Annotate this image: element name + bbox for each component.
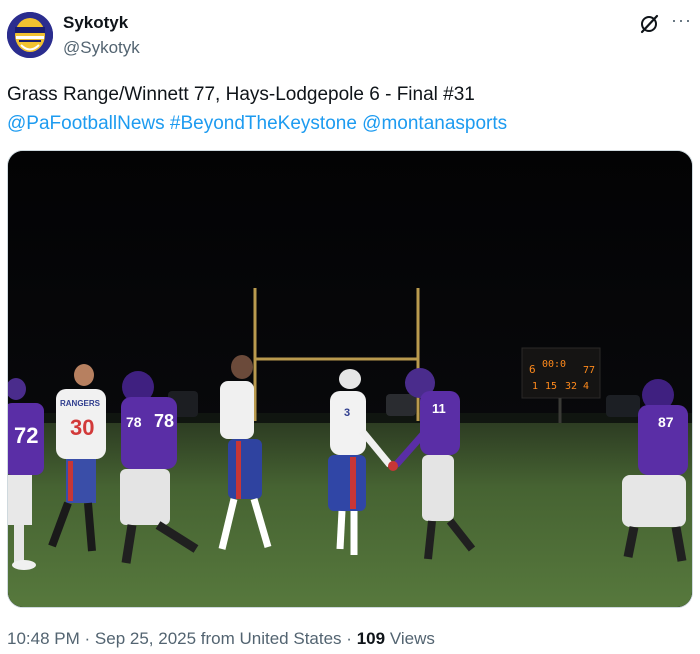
tag-pafootballnews[interactable]: @PaFootballNews	[7, 113, 165, 134]
tweet-date-location[interactable]: Sep 25, 2025 from United States	[95, 629, 342, 648]
meta-separator-2: ·	[346, 629, 352, 648]
svg-text:15: 15	[545, 381, 557, 392]
author-avatar[interactable]	[7, 12, 53, 58]
svg-text:87: 87	[658, 414, 674, 430]
svg-text:11: 11	[432, 401, 446, 416]
more-options-button[interactable]: ···	[671, 10, 692, 31]
views-count: 109	[356, 629, 386, 648]
tweet-text: Grass Range/Winnett 77, Hays-Lodgepole 6…	[7, 80, 687, 138]
tag-beyondthekeystone[interactable]: #BeyondTheKeystone	[170, 113, 357, 134]
football-handshake-photo: 6 00:0 77 1 15 32 4 72 RANGERS 30 78 78 …	[8, 151, 692, 607]
author-display-name[interactable]: Sykotyk	[63, 13, 128, 33]
svg-text:1: 1	[532, 381, 538, 392]
svg-text:78: 78	[126, 414, 142, 430]
football-helmet-avatar-icon	[7, 12, 53, 58]
svg-text:3: 3	[344, 407, 350, 419]
grok-slash-icon[interactable]	[638, 13, 660, 35]
svg-text:32 4: 32 4	[565, 381, 589, 392]
svg-text:72: 72	[14, 423, 38, 448]
tweet-meta: 10:48 PM · Sep 25, 2025 from United Stat…	[7, 629, 435, 649]
views-label: Views	[389, 629, 435, 648]
svg-text:30: 30	[70, 415, 94, 440]
tweet-main-text: Grass Range/Winnett 77, Hays-Lodgepole 6…	[7, 84, 475, 105]
tag-montanasports[interactable]: @montanasports	[362, 113, 507, 134]
svg-text:6: 6	[529, 363, 536, 376]
tweet-tags: @PaFootballNews #BeyondTheKeystone @mont…	[7, 109, 687, 138]
tweet-time[interactable]: 10:48 PM	[7, 629, 80, 648]
svg-text:00:0: 00:0	[542, 359, 566, 370]
author-handle[interactable]: @Sykotyk	[63, 38, 140, 58]
svg-text:RANGERS: RANGERS	[60, 399, 101, 408]
svg-text:78: 78	[154, 411, 174, 431]
meta-separator: ·	[84, 629, 91, 648]
svg-text:77: 77	[583, 365, 595, 376]
tweet-photo[interactable]: 6 00:0 77 1 15 32 4 72 RANGERS 30 78 78 …	[7, 150, 693, 608]
